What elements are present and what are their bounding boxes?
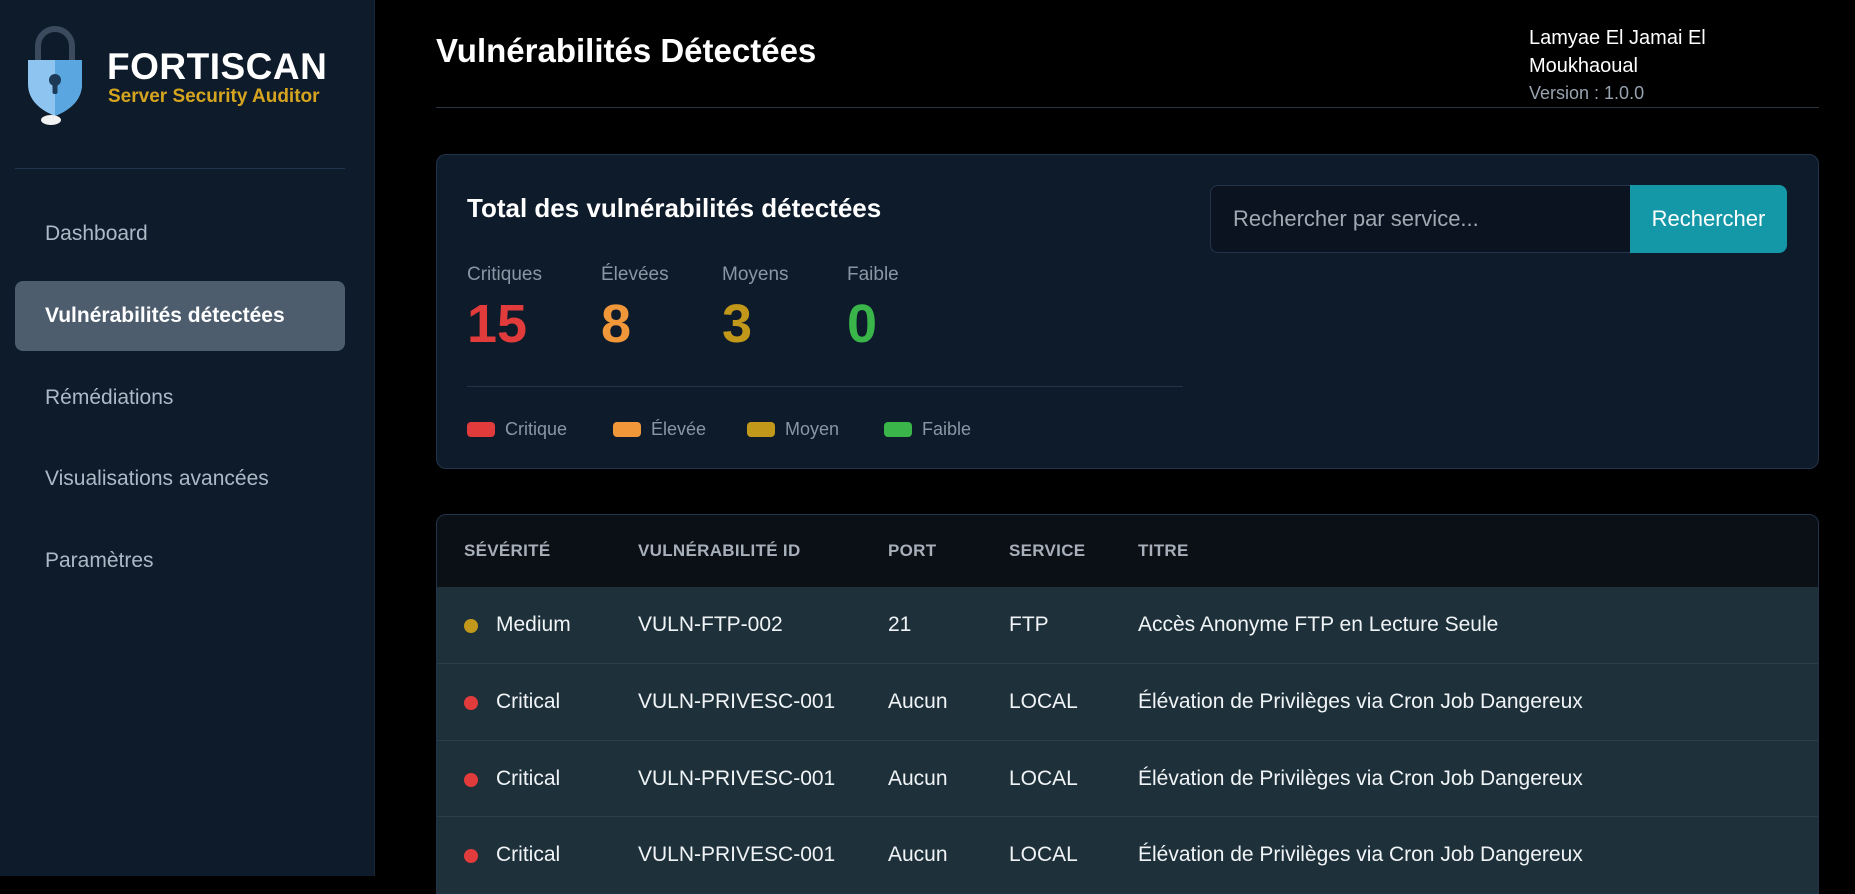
service-cell: FTP — [1009, 613, 1049, 636]
stat-value: 15 — [467, 294, 528, 354]
sidebar-divider — [15, 168, 345, 169]
brand-name: FORTISCAN — [107, 46, 328, 87]
stat-label: Moyens — [722, 264, 789, 285]
severity-dot-icon — [464, 619, 478, 633]
vulnerabilities-table: SÉVÉRITÉ VULNÉRABILITÉ ID PORT SERVICE T… — [436, 514, 1819, 894]
legend-label: Faible — [922, 418, 972, 439]
title-cell: Élévation de Privilèges via Cron Job Dan… — [1138, 767, 1583, 790]
legend-swatch — [613, 421, 641, 437]
stat-medium: Moyens 3 — [722, 263, 789, 359]
severity-cell: Critical — [496, 767, 561, 790]
legend-critical: Critique — [467, 417, 567, 441]
table-row[interactable]: Critical VULN-PRIVESC-001 Aucun LOCAL Él… — [437, 816, 1818, 892]
table-row[interactable]: Critical VULN-PRIVESC-001 Aucun LOCAL Él… — [437, 740, 1818, 816]
legend-swatch — [467, 421, 495, 437]
service-cell: LOCAL — [1009, 767, 1078, 790]
legend-low: Faible — [884, 417, 971, 441]
legend-label: Moyen — [785, 418, 840, 439]
sidebar-item-visualisations[interactable]: Visualisations avancées — [15, 444, 345, 514]
title-cell: Élévation de Privilèges via Cron Job Dan… — [1138, 843, 1583, 866]
page-title: Vulnérabilités Détectées — [436, 32, 817, 69]
sidebar-item-dashboard[interactable]: Dashboard — [15, 199, 345, 269]
title-cell: Élévation de Privilèges via Cron Job Dan… — [1138, 690, 1583, 713]
summary-title: Total des vulnérabilités détectées — [467, 193, 882, 223]
port-cell: Aucun — [888, 843, 948, 866]
legend-label: Critique — [505, 418, 568, 439]
app-version: Version : 1.0.0 — [1529, 83, 1645, 103]
search-button[interactable]: Rechercher — [1630, 185, 1787, 253]
service-cell: LOCAL — [1009, 843, 1078, 866]
sidebar-item-parametres[interactable]: Paramètres — [15, 526, 345, 596]
service-cell: LOCAL — [1009, 690, 1078, 713]
summary-card: Total des vulnérabilités détectées Criti… — [436, 154, 1819, 469]
legend-medium: Moyen — [747, 417, 839, 441]
padlock-shield-logo-icon — [28, 26, 82, 125]
column-header-title[interactable]: TITRE — [1138, 515, 1189, 587]
severity-cell: Critical — [496, 690, 561, 713]
sidebar: FORTISCAN Server Security Auditor Dashbo… — [0, 0, 375, 876]
table-row[interactable]: Critical VULN-PRIVESC-001 Aucun LOCAL Él… — [437, 663, 1818, 739]
user-info: Lamyae El Jamai El Moukhaoual Version : … — [1529, 24, 1819, 106]
table-row[interactable]: Medium VULN-FTP-002 21 FTP Accès Anonyme… — [437, 587, 1818, 663]
user-name: Lamyae El Jamai El Moukhaoual — [1529, 27, 1706, 77]
stat-value: 8 — [601, 294, 632, 354]
table-header: SÉVÉRITÉ VULNÉRABILITÉ ID PORT SERVICE T… — [437, 515, 1818, 587]
severity-cell: Medium — [496, 613, 571, 636]
main-content: Vulnérabilités Détectées Lamyae El Jamai… — [376, 0, 1855, 894]
vuln-id-cell: VULN-FTP-002 — [638, 613, 783, 636]
vuln-id-cell: VULN-PRIVESC-001 — [638, 843, 836, 866]
column-header-port[interactable]: PORT — [888, 515, 936, 587]
port-cell: Aucun — [888, 690, 948, 713]
brand: FORTISCAN Server Security Auditor — [24, 26, 354, 128]
stat-value: 3 — [722, 294, 753, 354]
column-header-service[interactable]: SERVICE — [1009, 515, 1085, 587]
sidebar-item-remediations[interactable]: Rémédiations — [15, 363, 345, 433]
port-cell: 21 — [888, 613, 912, 636]
summary-divider — [467, 386, 1183, 387]
column-header-severity[interactable]: SÉVÉRITÉ — [464, 515, 550, 587]
legend-swatch — [884, 421, 912, 437]
legend-high: Élevée — [613, 417, 706, 441]
stat-critical: Critiques 15 — [467, 263, 542, 359]
legend-swatch — [747, 421, 775, 437]
severity-dot-icon — [464, 773, 478, 787]
legend-label: Élevée — [651, 418, 707, 439]
column-header-vuln-id[interactable]: VULNÉRABILITÉ ID — [638, 515, 801, 587]
stat-label: Critiques — [467, 264, 542, 285]
sidebar-item-vulnerabilites[interactable]: Vulnérabilités détectées — [15, 281, 345, 351]
brand-subtitle: Server Security Auditor — [108, 86, 320, 107]
stat-label: Faible — [847, 264, 899, 285]
vuln-id-cell: VULN-PRIVESC-001 — [638, 767, 836, 790]
stat-value: 0 — [847, 294, 878, 354]
header-divider — [436, 107, 1819, 108]
vuln-id-cell: VULN-PRIVESC-001 — [638, 690, 836, 713]
stat-low: Faible 0 — [847, 263, 899, 359]
title-cell: Accès Anonyme FTP en Lecture Seule — [1138, 613, 1499, 636]
severity-cell: Critical — [496, 843, 561, 866]
severity-dot-icon — [464, 696, 478, 710]
severity-dot-icon — [464, 849, 478, 863]
stat-label: Élevées — [601, 264, 669, 285]
port-cell: Aucun — [888, 767, 948, 790]
stat-high: Élevées 8 — [601, 263, 669, 359]
search-input[interactable] — [1210, 185, 1630, 253]
